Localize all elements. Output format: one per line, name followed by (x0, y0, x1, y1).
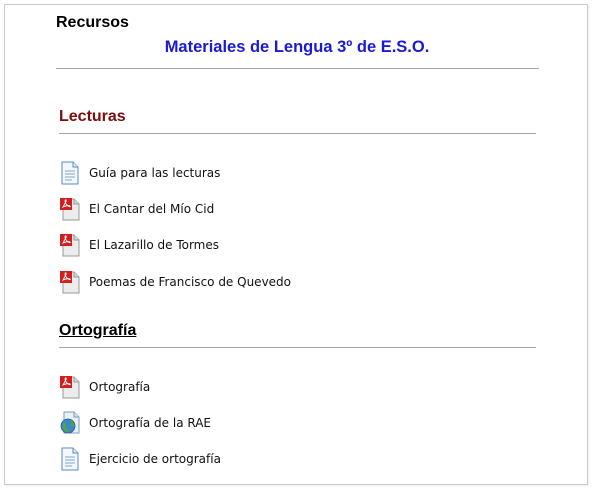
pdf-icon (59, 375, 81, 399)
resources-panel: Recursos Materiales de Lengua 3º de E.S.… (4, 4, 588, 485)
resource-label[interactable]: Ortografía de la RAE (89, 416, 211, 430)
section-title-lecturas: Lecturas (59, 108, 126, 125)
pdf-icon (59, 233, 81, 257)
web-link-icon (59, 411, 81, 435)
resource-label[interactable]: Poemas de Francisco de Quevedo (89, 275, 291, 289)
resource-label[interactable]: Guía para las lecturas (89, 166, 220, 180)
resource-lazarillo[interactable]: El Lazarillo de Tormes (59, 233, 219, 257)
document-icon (59, 161, 81, 185)
pdf-icon (59, 197, 81, 221)
resource-ejercicio-ortografia[interactable]: Ejercicio de ortografía (59, 447, 221, 471)
resource-poemas-quevedo[interactable]: Poemas de Francisco de Quevedo (59, 270, 291, 294)
section-divider (59, 347, 536, 348)
document-icon (59, 447, 81, 471)
resource-label[interactable]: El Lazarillo de Tormes (89, 238, 219, 252)
resource-ortografia[interactable]: Ortografía (59, 375, 150, 399)
page-subtitle: Materiales de Lengua 3º de E.S.O. (164, 38, 430, 56)
panel-title: Recursos (56, 14, 129, 31)
resource-label[interactable]: El Cantar del Mío Cid (89, 202, 214, 216)
pdf-icon (59, 270, 81, 294)
resource-label[interactable]: Ejercicio de ortografía (89, 452, 221, 466)
section-title-ortografia: Ortografía (59, 322, 137, 339)
resource-ortografia-rae[interactable]: Ortografía de la RAE (59, 411, 211, 435)
section-divider (59, 133, 536, 134)
resource-label[interactable]: Ortografía (89, 380, 150, 394)
resource-cantar-mio-cid[interactable]: El Cantar del Mío Cid (59, 197, 214, 221)
resource-guia-lecturas[interactable]: Guía para las lecturas (59, 161, 220, 185)
header-divider (56, 68, 539, 69)
